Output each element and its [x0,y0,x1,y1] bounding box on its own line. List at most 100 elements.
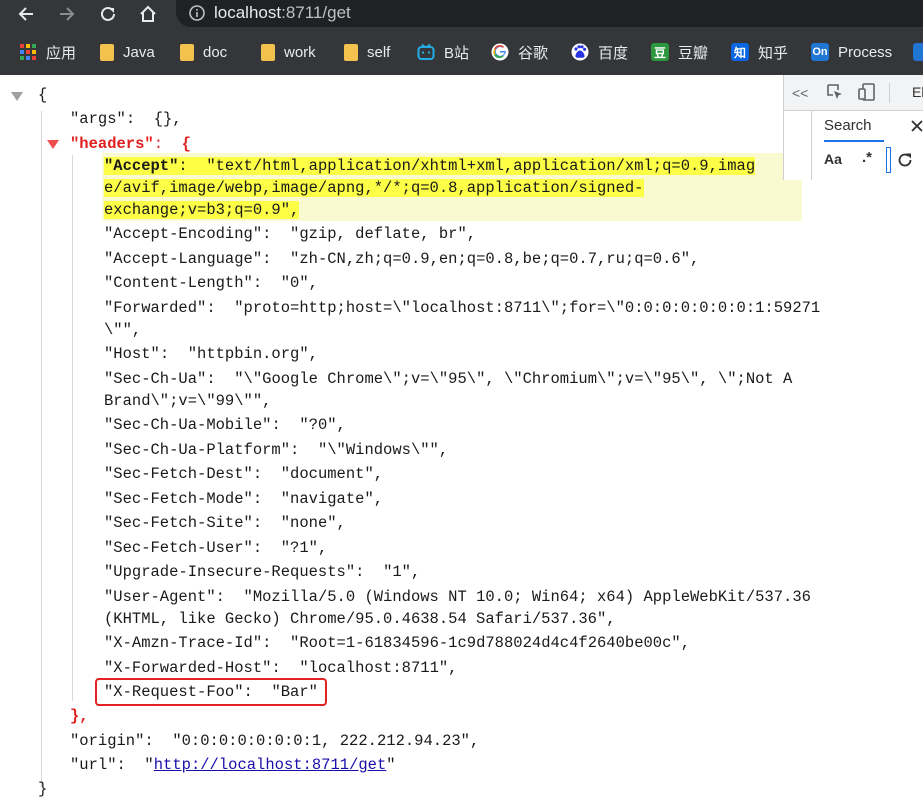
header-user-agent-cont: (KHTML, like Gecko) Chrome/95.0.4638.54 … [104,608,616,630]
origin-value: "0:0:0:0:0:0:0:1, 222.212.94.23", [172,732,480,750]
header-value: "proto=http;host=\"localhost:8711\";for=… [234,299,821,317]
bookmark-bilibili[interactable]: B站 [417,41,469,63]
home-icon [140,5,156,22]
bookmark-label: B站 [444,44,470,62]
bookmark-java[interactable]: Java [100,41,155,63]
header-key: "Sec-Fetch-Mode" [104,490,253,508]
header-key: "Accept-Language" [104,250,263,268]
arrow-right-icon [60,6,75,21]
header-key: "Sec-Ch-Ua-Mobile" [104,416,272,434]
bookmark-processon[interactable]: On Process [811,41,892,63]
match-case-button[interactable]: Aa [824,151,842,167]
close-icon[interactable] [910,119,923,133]
folder-icon [180,43,194,61]
bookmark-label: Process [838,43,893,61]
header-key: "Accept-Encoding" [104,225,263,243]
bookmark-doc[interactable]: doc [180,41,227,63]
header-forwarded-cont: \"", [104,319,141,341]
header-value: "Root=1-61834596-1c9d788024d4c4f2640be00… [290,634,691,652]
header-value: "none", [280,514,346,532]
bookmark-zhihu[interactable]: 知 知乎 [731,41,788,63]
bookmark-label: doc [203,43,228,61]
url-link[interactable]: http://localhost:8711/get [154,756,387,774]
header-x-forwarded-host: "X-Forwarded-Host": "localhost:8711", [104,659,458,677]
inspect-element-icon[interactable] [826,83,844,101]
header-key: "Forwarded" [104,299,207,317]
toolbar-divider [889,83,890,103]
header-accept: "Accept": "text/html,application/xhtml+x… [104,157,756,175]
args-key: "args" [70,110,126,128]
overflow-bookmark-icon[interactable] [913,43,923,61]
header-value: "1", [383,563,421,581]
header-accept-cont: e/avif,image/webp,image/apng,*/*;q=0.8,a… [104,177,644,199]
back-button[interactable] [14,0,38,27]
url-quote: " [386,756,396,774]
header-accept-encoding: "Accept-Encoding": "gzip, deflate, br", [104,225,477,243]
google-icon [491,43,509,61]
collapse-headers-toggle[interactable] [47,140,59,149]
header-value: (KHTML, like Gecko) Chrome/95.0.4638.54 … [104,610,616,628]
header-key: "User-Agent" [104,588,216,606]
header-sec-ch-ua: "Sec-Ch-Ua": "\"Google Chrome\";v=\"95\"… [104,370,793,388]
browser-toolbar: localhost:8711/get [0,0,923,27]
address-bar[interactable]: localhost:8711/get [176,0,923,27]
collapse-root-toggle[interactable] [11,92,23,101]
home-button[interactable] [136,0,160,27]
search-tab[interactable]: Search [824,115,923,143]
header-x-amzn-trace-id: "X-Amzn-Trace-Id": "Root=1-61834596-1c9d… [104,634,691,652]
header-value: \"", [104,321,142,339]
header-value: "localhost:8711", [299,659,458,677]
processon-icon: On [811,43,829,61]
json-viewer: { "args": {}, "headers": { "Accept": "te… [0,75,923,812]
header-sec-ch-ua-platform: "Sec-Ch-Ua-Platform": "\"Windows\"", [104,441,449,459]
bookmark-self[interactable]: self [344,41,390,63]
regex-button[interactable]: .* [862,149,872,166]
header-value: "document", [280,465,384,483]
annotation-highlight-box [95,678,327,706]
header-value: "zh-CN,zh;q=0.9,en;q=0.8,be;q=0.7,ru;q=0… [290,250,700,268]
headers-line: "headers": { [70,135,191,153]
refresh-icon[interactable] [896,151,914,169]
origin-key: "origin" [70,732,145,750]
header-forwarded: "Forwarded": "proto=http;host=\"localhos… [104,299,821,317]
devtools-tabbar: << El [784,75,923,111]
bookmark-label: 应用 [46,44,77,62]
collapse-panel-button[interactable]: << [792,85,808,101]
bookmark-douban[interactable]: 豆 豆瓣 [651,41,708,63]
reload-icon [101,6,115,21]
bookmark-baidu[interactable]: 百度 [571,41,628,63]
url-key: "url" [70,756,117,774]
bookmark-work[interactable]: work [261,41,316,63]
bookmark-label: 豆瓣 [678,44,709,62]
bilibili-icon [417,43,435,60]
device-toolbar-icon[interactable] [857,82,877,102]
header-user-agent: "User-Agent": "Mozilla/5.0 (Windows NT 1… [104,588,811,606]
header-value: "navigate", [280,490,384,508]
arrow-left-icon [18,6,33,21]
root-close-brace: } [38,780,48,798]
headers-close-brace: }, [70,707,89,725]
bookmark-apps[interactable]: 应用 [19,41,76,63]
url-quote: " [144,756,154,774]
forward-button[interactable] [55,0,79,27]
root-open-brace: { [38,86,48,104]
tab-elements[interactable]: El [912,84,923,100]
header-sec-fetch-mode: "Sec-Fetch-Mode": "navigate", [104,490,384,508]
args-line: "args": {}, [70,110,182,128]
apps-grid-icon [20,44,36,60]
search-input[interactable] [886,147,891,173]
url-line: "url": "http://localhost:8711/get" [70,756,396,774]
header-value: Brand\";v=\"99\"", [104,392,272,410]
header-content-length: "Content-Length": "0", [104,274,318,292]
headers-key: "headers" [70,135,154,153]
zhihu-icon: 知 [731,43,749,61]
header-value: "text/html,application/xhtml+xml,applica… [206,157,756,175]
info-icon[interactable] [189,4,205,21]
bookmark-google[interactable]: 谷歌 [491,41,548,63]
search-tab-label: Search [824,117,872,134]
header-key: "Sec-Fetch-Site" [104,514,253,532]
bookmark-label: Java [123,43,155,61]
header-key: "X-Amzn-Trace-Id" [104,634,263,652]
header-value: "?0", [299,416,346,434]
reload-button[interactable] [96,0,120,27]
